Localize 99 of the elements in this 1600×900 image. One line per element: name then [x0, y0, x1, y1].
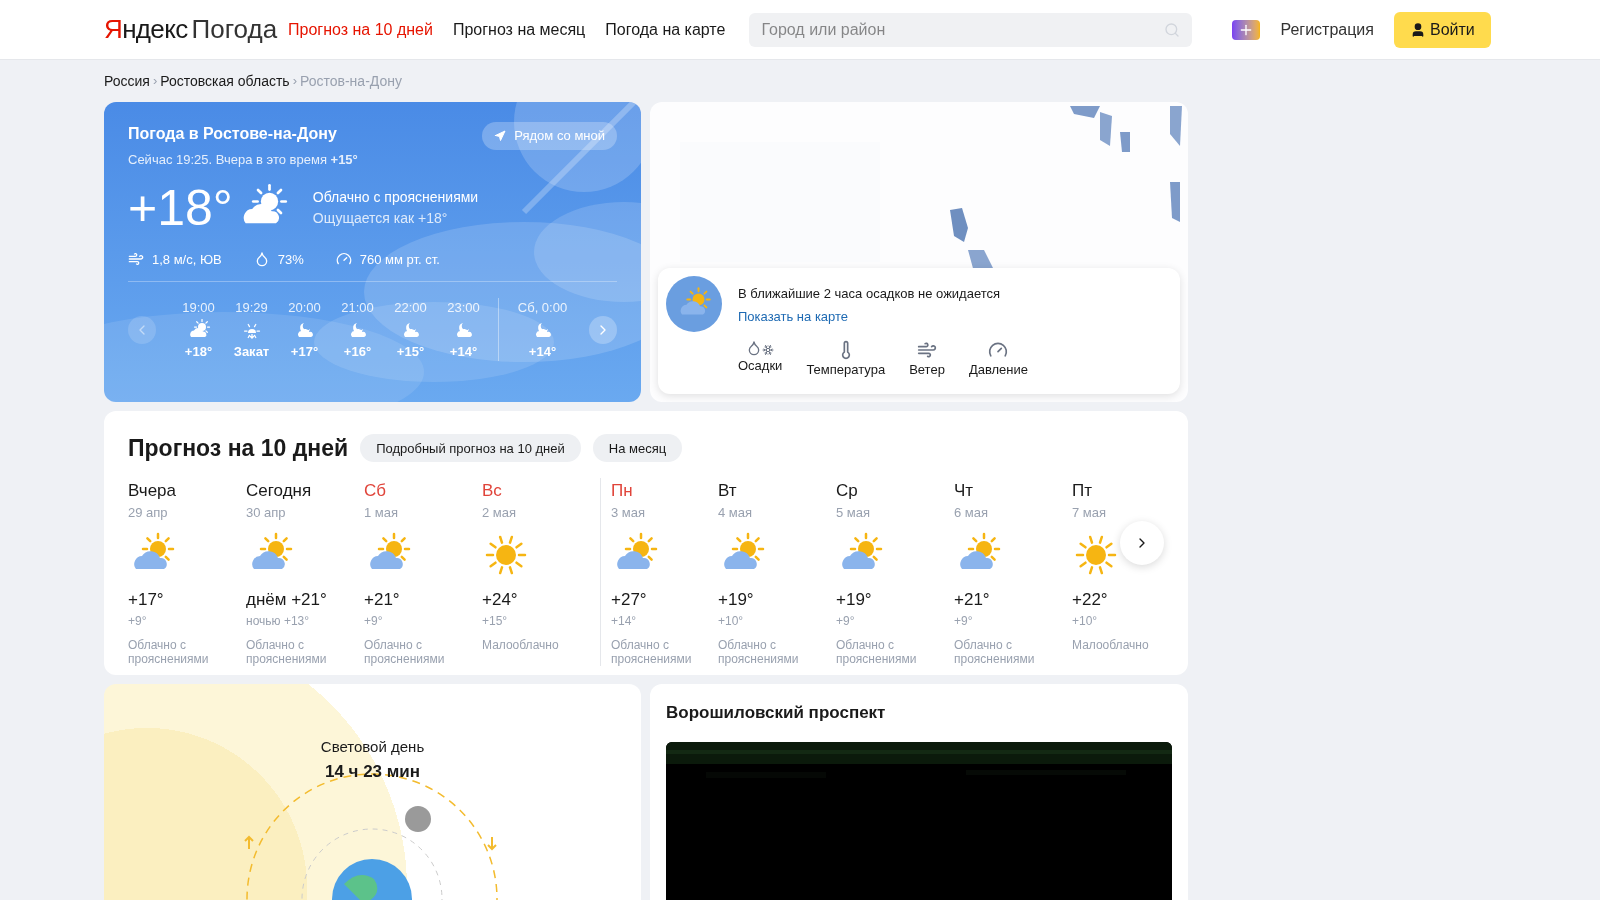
feels-like-text: Ощущается как +18° — [312, 208, 449, 228]
day-date: 7 мая — [1072, 504, 1108, 522]
search-icon[interactable] — [1164, 21, 1181, 38]
day-temperature: днём +21° — [246, 588, 328, 611]
day-condition: Малооблачно — [1072, 638, 1150, 652]
search-field[interactable]: Город или район — [749, 12, 1193, 47]
current-temperature: +18° — [128, 182, 233, 233]
current-time-text: Сейчас 19:25. Вчера в это время +15° — [128, 151, 358, 169]
day-name: Пн — [611, 479, 634, 502]
next-days-button[interactable] — [1120, 521, 1164, 565]
day-condition: Облачно с прояснениями — [246, 638, 328, 666]
day-condition: Облачно с прояснениями — [836, 638, 918, 666]
city-title: Погода в Ростове-на-Дону — [128, 124, 338, 144]
day-name: Пт — [1072, 479, 1093, 502]
nav-link[interactable]: Прогноз на 10 дней — [288, 17, 433, 42]
night-temperature: +10° — [1072, 613, 1099, 630]
night-temperature: +9° — [954, 613, 974, 630]
day-condition: Облачно с прояснениями — [128, 638, 210, 666]
day-temperature: +21° — [954, 588, 991, 611]
logo-product[interactable]: Погода — [191, 10, 278, 49]
day-condition: Облачно с прояснениями — [954, 638, 1036, 666]
precipitation-message: В ближайшие 2 часа осадков не ожидается — [738, 285, 1002, 303]
day-name: Чт — [954, 479, 975, 502]
day-temperature: +19° — [718, 588, 755, 611]
night-temperature: +10° — [718, 613, 745, 630]
hour-temperature: +14° — [449, 342, 478, 361]
drop-snowflake-icon — [746, 339, 775, 356]
hour-time: 19:00 — [182, 299, 215, 317]
hour-time: 22:00 — [394, 299, 427, 317]
map-layer-button[interactable]: Давление — [968, 339, 1029, 379]
day-temperature: +24° — [482, 588, 519, 611]
breadcrumb-separator: › — [152, 72, 158, 91]
day-date: 3 мая — [611, 504, 647, 522]
day-date: 1 мая — [364, 504, 400, 522]
wind-text: 1,8 м/с, ЮВ — [152, 250, 222, 269]
day-name: Вс — [482, 479, 503, 502]
hour-temperature: +16° — [343, 342, 372, 361]
show-on-map-link[interactable]: Показать на карте — [738, 308, 849, 324]
hour-time: 23:00 — [447, 299, 480, 317]
daylight-duration: 14 ч 23 мин — [324, 760, 421, 783]
forecast-button[interactable]: На месяц — [592, 434, 683, 463]
day-date: 2 мая — [482, 504, 518, 522]
day-date: 29 апр — [128, 504, 169, 522]
wind-icon — [128, 251, 144, 268]
night-temperature: +9° — [364, 613, 384, 630]
day-name: Вчера — [128, 479, 177, 502]
day-temperature: +21° — [364, 588, 401, 611]
day-date: 4 мая — [718, 504, 754, 522]
map-layer-button[interactable]: Температура — [806, 339, 886, 379]
breadcrumb-link[interactable]: Россия — [104, 70, 150, 92]
next-button[interactable] — [589, 315, 617, 344]
hour-temperature: Закат — [233, 342, 270, 361]
previous-button[interactable] — [128, 315, 156, 344]
day-condition: Облачно с прояснениями — [611, 638, 693, 666]
day-temperature: +22° — [1072, 588, 1109, 611]
location-arrow-icon — [494, 130, 507, 142]
day-name: Ср — [836, 479, 859, 502]
night-temperature: +15° — [482, 613, 509, 630]
map-layer-button[interactable]: Ветер — [909, 339, 945, 379]
night-temperature: +14° — [611, 613, 638, 630]
humidity-text: 73% — [277, 250, 304, 269]
day-date: 5 мая — [836, 504, 872, 522]
register-link[interactable]: Регистрация — [1280, 17, 1374, 42]
hour-time: 20:00 — [288, 299, 321, 317]
condition-text: Облачно с прояснениями — [312, 187, 479, 207]
webcam-title: Ворошиловский проспект — [666, 702, 887, 724]
day-temperature: +19° — [836, 588, 873, 611]
breadcrumb-link[interactable]: Ростовская область — [160, 70, 290, 92]
night-temperature: +9° — [128, 613, 148, 630]
day-temperature: +27° — [611, 588, 648, 611]
nav-link[interactable]: Прогноз на месяц — [452, 17, 586, 42]
hour-temperature: +17° — [290, 342, 319, 361]
forecast-button[interactable]: Подробный прогноз на 10 дней — [360, 434, 581, 463]
hour-time: 19:29 — [235, 299, 268, 317]
hour-time: 21:00 — [341, 299, 374, 317]
day-name: Сб — [364, 479, 387, 502]
hour-temperature: +18° — [184, 342, 213, 361]
day-date: 6 мая — [954, 504, 990, 522]
day-condition: Облачно с прояснениями — [364, 638, 446, 666]
day-condition: Малооблачно — [482, 638, 560, 652]
day-date: 30 апр — [246, 504, 287, 522]
daylight-label: Световой день — [320, 737, 425, 757]
logo-brand[interactable]: Яндекс — [104, 10, 188, 49]
pressure-text: 760 мм рт. ст. — [359, 250, 440, 269]
map-layer-button[interactable]: Осадки — [738, 339, 783, 379]
hour-time: Сб, 0:00 — [517, 299, 568, 317]
day-condition: Облачно с прояснениями — [718, 638, 800, 666]
day-temperature: +17° — [128, 588, 165, 611]
plus-icon[interactable] — [1232, 19, 1261, 40]
day-name: Сегодня — [246, 479, 313, 502]
night-temperature: ночью +13° — [246, 613, 311, 630]
breadcrumb-separator: › — [292, 72, 297, 91]
hour-temperature: +15° — [396, 342, 425, 361]
hour-temperature: +14° — [528, 342, 557, 361]
login-button[interactable]: Войти — [1393, 11, 1491, 48]
day-name: Вт — [718, 479, 738, 502]
forecast-title: Прогноз на 10 дней — [128, 434, 349, 463]
night-temperature: +9° — [836, 613, 856, 630]
nav-link[interactable]: Погода на карте — [605, 17, 726, 42]
